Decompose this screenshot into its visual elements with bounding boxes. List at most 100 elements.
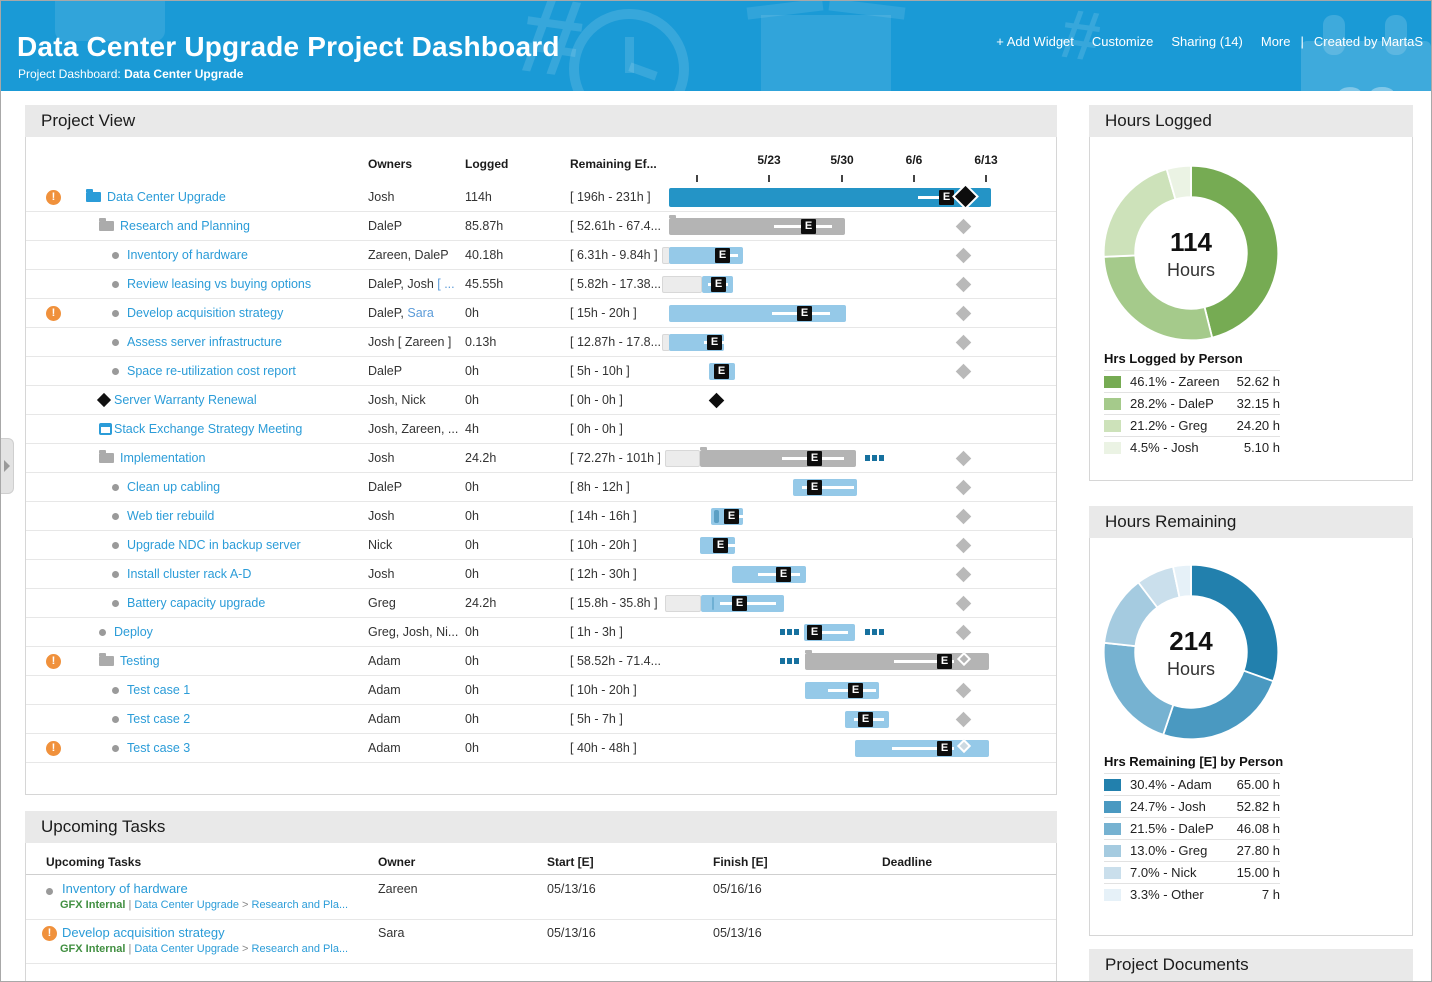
expected-finish-marker[interactable]: E (937, 654, 952, 669)
header-link-created-by-martas[interactable]: Created by MartaS (1314, 34, 1423, 49)
header-link-sharing-14[interactable]: Sharing (14) (1171, 34, 1243, 49)
deadline-diamond-icon (956, 509, 972, 525)
gantt-logged-segment (665, 450, 700, 467)
gantt-expected-line (720, 602, 776, 605)
task-link[interactable]: Review leasing vs buying options (127, 277, 311, 291)
task-link[interactable]: Research and Planning (120, 219, 250, 233)
task-link[interactable]: Inventory of hardware (127, 248, 248, 262)
column-header-logged[interactable]: Logged (465, 157, 508, 171)
timeline-tick-label: 6/13 (974, 153, 997, 167)
project-documents-title: Project Documents (1105, 955, 1249, 974)
expected-finish-marker[interactable]: E (939, 190, 954, 205)
expected-finish-marker[interactable]: E (713, 538, 728, 553)
expected-finish-marker[interactable]: E (776, 567, 791, 582)
column-header-owners[interactable]: Owners (368, 157, 412, 171)
task-link[interactable]: Implementation (120, 451, 205, 465)
task-link[interactable]: Test case 3 (127, 741, 190, 755)
timeline-tick-mark (696, 175, 698, 182)
task-link[interactable]: Inventory of hardware (62, 881, 188, 896)
expected-finish-marker[interactable]: E (715, 248, 730, 263)
task-link[interactable]: Web tier rebuild (127, 509, 214, 523)
meeting-icon (99, 423, 112, 435)
legend-row: 7.0% - Nick15.00 h (1104, 861, 1280, 883)
expected-finish-marker[interactable]: E (797, 306, 812, 321)
table-row: DeployGreg, Josh, Ni...0h[ 1h - 3h ]E (26, 618, 1056, 647)
remaining-cell: [ 72.27h - 101h ] (570, 451, 660, 465)
legend-label: 30.4% - Adam (1130, 774, 1212, 796)
legend-label: 28.2% - DaleP (1130, 393, 1214, 415)
breadcrumb-link[interactable]: Research and Pla... (252, 899, 349, 911)
breadcrumb-link[interactable]: Data Center Upgrade (134, 899, 239, 911)
upcoming-column-header-deadline[interactable]: Deadline (882, 855, 932, 869)
upcoming-column-header-start-e[interactable]: Start [E] (547, 855, 594, 869)
task-link[interactable]: Develop acquisition strategy (62, 925, 225, 940)
expected-finish-marker[interactable]: E (732, 596, 747, 611)
legend-label: 4.5% - Josh (1130, 437, 1199, 459)
upcoming-column-header-upcoming-tasks[interactable]: Upcoming Tasks (46, 855, 141, 869)
deadline-diamond-icon (956, 683, 972, 699)
column-header-remaining[interactable]: Remaining Ef... (570, 157, 657, 171)
task-link[interactable]: Stack Exchange Strategy Meeting (114, 422, 302, 436)
project-view-rows: !Data Center UpgradeJosh114h[ 196h - 231… (26, 183, 1056, 763)
donut-legend: Hrs Remaining [E] by Person30.4% - Adam6… (1104, 754, 1283, 905)
task-link[interactable]: Data Center Upgrade (107, 190, 226, 204)
remaining-cell: [ 40h - 48h ] (570, 741, 660, 755)
legend-hours: 46.08 h (1237, 818, 1280, 840)
warning-icon: ! (46, 654, 61, 669)
task-bullet-icon (112, 484, 119, 491)
expected-finish-marker[interactable]: E (801, 219, 816, 234)
owners-cell: Adam (368, 741, 462, 755)
legend-row: 46.1% - Zareen52.62 h (1104, 370, 1280, 392)
expected-finish-marker[interactable]: E (714, 364, 729, 379)
expected-finish-marker[interactable]: E (807, 480, 822, 495)
remaining-cell: [ 10h - 20h ] (570, 683, 660, 697)
donut-slice-josh[interactable] (1163, 671, 1273, 740)
task-link[interactable]: Testing (120, 654, 160, 668)
gantt-row: E (662, 299, 1056, 327)
task-link[interactable]: Test case 2 (127, 712, 190, 726)
task-link[interactable]: Assess server infrastructure (127, 335, 282, 349)
warning-icon: ! (46, 306, 61, 321)
upcoming-task-row: Inventory of hardwareGFX Internal | Data… (26, 876, 1056, 920)
owner-link[interactable]: [ ... (437, 277, 454, 291)
sidebar-collapse-handle[interactable] (1, 438, 14, 494)
gantt-bar[interactable] (714, 510, 719, 523)
expected-finish-marker[interactable]: E (848, 683, 863, 698)
task-link[interactable]: Install cluster rack A-D (127, 567, 251, 581)
timeline-header: 5/235/306/66/13 (662, 137, 1056, 183)
hours-logged-panel: 114HoursHrs Logged by Person46.1% - Zare… (1089, 137, 1413, 481)
deadline-diamond-icon (956, 306, 972, 322)
expected-finish-marker[interactable]: E (937, 741, 952, 756)
remaining-cell: [ 5.82h - 17.38... (570, 277, 660, 291)
task-link[interactable]: Develop acquisition strategy (127, 306, 283, 320)
legend-swatch (1104, 442, 1121, 454)
task-link[interactable]: Server Warranty Renewal (114, 393, 257, 407)
upcoming-column-header-owner[interactable]: Owner (378, 855, 415, 869)
header-link-add-widget[interactable]: + Add Widget (996, 34, 1074, 49)
breadcrumb-link[interactable]: Research and Pla... (252, 943, 349, 955)
owners-cell: Josh, Zareen, ... (368, 422, 462, 436)
expected-finish-marker[interactable]: E (858, 712, 873, 727)
task-link[interactable]: Deploy (114, 625, 153, 639)
task-link[interactable]: Upgrade NDC in backup server (127, 538, 301, 552)
expected-finish-marker[interactable]: E (807, 625, 822, 640)
header-link-customize[interactable]: Customize (1092, 34, 1153, 49)
upcoming-column-header-finish-e[interactable]: Finish [E] (713, 855, 768, 869)
header-link-more[interactable]: More (1261, 34, 1291, 49)
start-cell: 05/13/16 (547, 926, 596, 940)
task-link[interactable]: Test case 1 (127, 683, 190, 697)
task-link[interactable]: Clean up cabling (127, 480, 220, 494)
expected-finish-marker[interactable]: E (724, 509, 739, 524)
task-link[interactable]: Battery capacity upgrade (127, 596, 265, 610)
remaining-cell: [ 1h - 3h ] (570, 625, 660, 639)
legend-swatch (1104, 398, 1121, 410)
task-link[interactable]: Space re-utilization cost report (127, 364, 296, 378)
expected-finish-marker[interactable]: E (807, 451, 822, 466)
gantt-row: E (662, 560, 1056, 588)
breadcrumb-link[interactable]: Data Center Upgrade (134, 943, 239, 955)
expected-finish-marker[interactable]: E (707, 335, 722, 350)
expected-finish-marker[interactable]: E (711, 277, 726, 292)
owners-cell: Greg (368, 596, 462, 610)
gantt-bar[interactable] (712, 597, 714, 610)
owner-link[interactable]: Sara (407, 306, 433, 320)
